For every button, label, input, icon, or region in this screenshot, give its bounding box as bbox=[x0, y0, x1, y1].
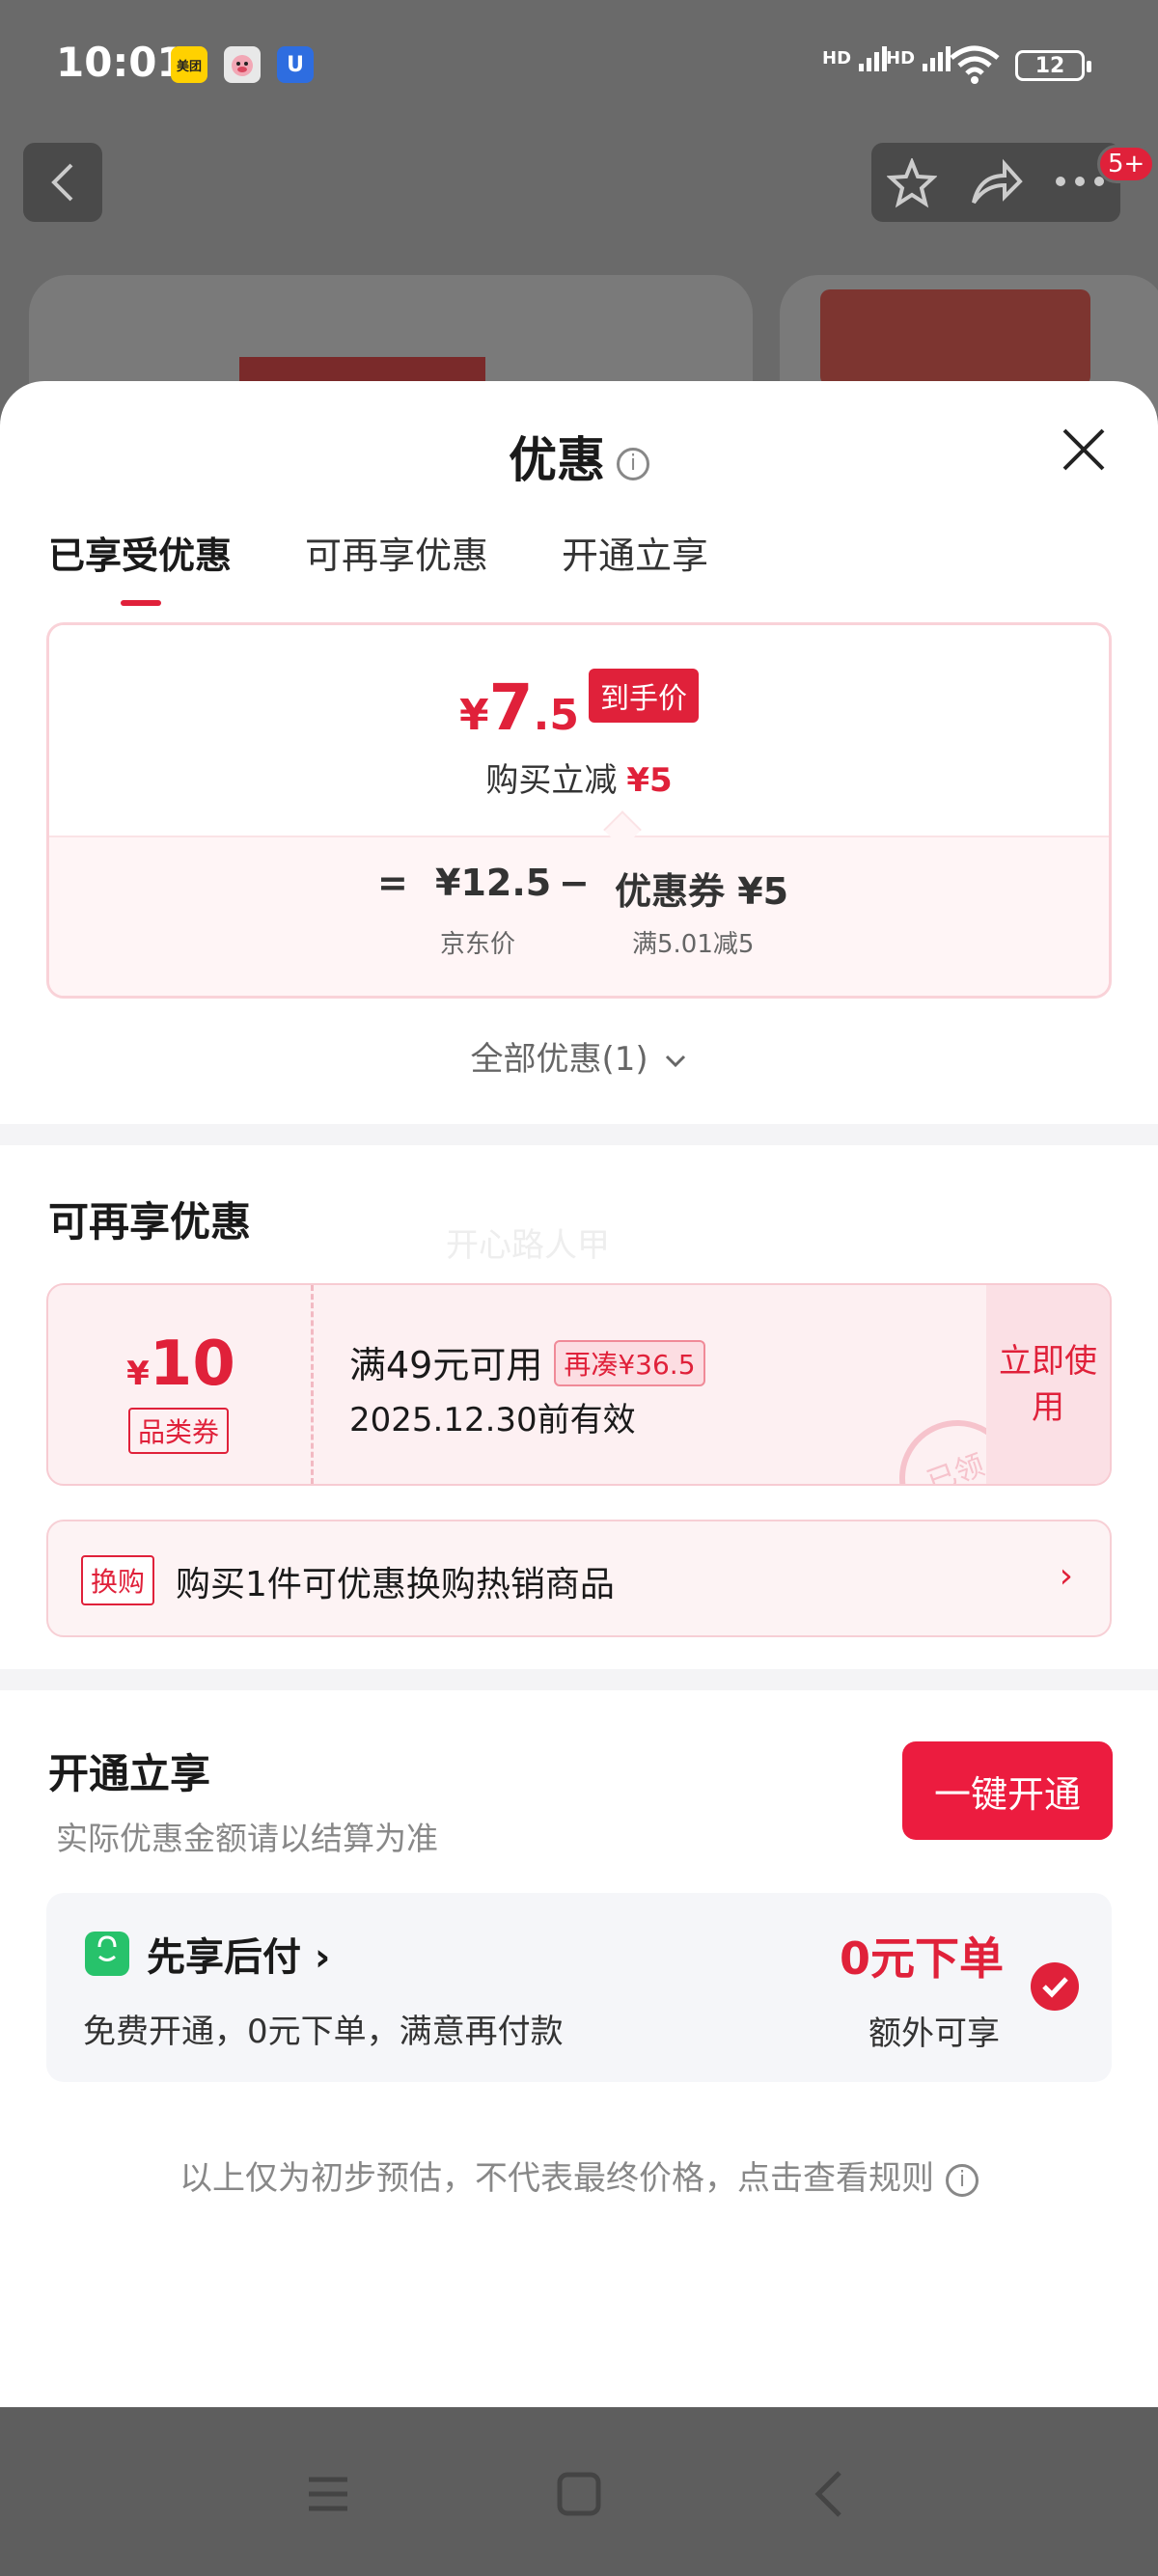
formula-jd-price: ¥12.5 bbox=[435, 862, 552, 904]
all-offers-label: 全部优惠(1) bbox=[470, 1040, 648, 1079]
top-actions bbox=[871, 143, 1120, 222]
formula-equals: = bbox=[377, 862, 408, 904]
jd-price-label: 京东价 bbox=[440, 930, 516, 959]
swap-offer-row[interactable]: 换购 购买1件可优惠换购热销商品 › bbox=[46, 1520, 1112, 1637]
pay-later-card[interactable]: 先享后付 › 免费开通，0元下单，满意再付款 0元下单 额外可享 bbox=[46, 1893, 1112, 2082]
shopping-bag-icon bbox=[85, 1932, 129, 1976]
discount-label: 购买立减 bbox=[485, 761, 618, 800]
price-decimal: .5 bbox=[533, 691, 579, 740]
price-symbol: ¥ bbox=[459, 691, 489, 740]
discount-line: 购买立减 ¥5 bbox=[49, 754, 1109, 801]
star-icon[interactable] bbox=[887, 158, 937, 208]
signal-1-label: HD bbox=[822, 48, 852, 69]
formula-coupon: 优惠券 ¥5 bbox=[615, 870, 789, 913]
coupon-condition-text: 满49元可用 bbox=[349, 1344, 543, 1386]
section-divider bbox=[0, 1669, 1158, 1690]
coupon-extra-badge: 再凑¥36.5 bbox=[554, 1340, 705, 1386]
more-icon[interactable] bbox=[1053, 172, 1107, 191]
coupon-validity: 2025.12.30前有效 bbox=[349, 1401, 636, 1439]
section-divider bbox=[0, 1124, 1158, 1145]
coupon-value: 10 bbox=[149, 1329, 235, 1400]
coupon-condition-label: 满5.01减5 bbox=[632, 930, 755, 959]
close-icon[interactable] bbox=[1059, 425, 1109, 475]
price-integer: 7 bbox=[488, 671, 534, 745]
u-app-icon: U bbox=[277, 46, 314, 83]
system-nav-bar bbox=[0, 2407, 1158, 2576]
formula-minus: − bbox=[559, 862, 590, 904]
status-bar: 10:01 美团 U HD HD 12 bbox=[0, 0, 1158, 130]
swap-text: 购买1件可优惠换购热销商品 bbox=[176, 1565, 615, 1604]
battery-level: 12 bbox=[1034, 53, 1065, 78]
pig-app-icon bbox=[224, 46, 261, 83]
clock: 10:01 bbox=[56, 39, 185, 86]
signal-2-label: HD bbox=[886, 48, 916, 69]
meituan-app-icon: 美团 bbox=[171, 46, 207, 83]
home-icon[interactable] bbox=[550, 2465, 608, 2523]
footnote-text: 以上仅为初步预估，不代表最终价格，点击查看规则 bbox=[179, 2159, 934, 2198]
sheet-title-text: 优惠 bbox=[509, 432, 605, 488]
all-offers-toggle[interactable]: 全部优惠(1) bbox=[0, 1032, 1158, 1080]
share-icon[interactable] bbox=[970, 158, 1024, 208]
tab-open-now[interactable]: 开通立享 bbox=[562, 526, 708, 579]
tab-enjoyed[interactable]: 已享受优惠 bbox=[48, 526, 232, 606]
discount-value: ¥5 bbox=[626, 761, 673, 800]
chevron-right-icon: › bbox=[1059, 1556, 1073, 1596]
final-price-card: ¥7.5 到手价 购买立减 ¥5 = ¥12.5 − 优惠券 ¥5 京东价 满5.0… bbox=[46, 622, 1112, 999]
open-now-subtitle: 实际优惠金额请以结算为准 bbox=[56, 1820, 438, 1857]
pay-later-title[interactable]: 先享后付 › bbox=[147, 1926, 330, 1982]
coupon-condition: 满49元可用 再凑¥36.5 bbox=[349, 1335, 705, 1388]
signal-1-icon: HD bbox=[822, 44, 896, 73]
tab-more-offers[interactable]: 可再享优惠 bbox=[305, 526, 488, 579]
zero-order-label: 0元下单 bbox=[840, 1932, 1005, 1985]
extra-benefit-label: 额外可享 bbox=[868, 2014, 1000, 2053]
wifi-icon bbox=[950, 45, 1000, 84]
battery-icon: 12 bbox=[1015, 50, 1091, 81]
more-offers-title: 可再享优惠 bbox=[48, 1198, 252, 1246]
final-price: ¥7.5 到手价 bbox=[49, 669, 1109, 745]
price-breakdown bbox=[49, 836, 1109, 996]
swap-tag: 换购 bbox=[81, 1555, 155, 1605]
back-button[interactable] bbox=[23, 143, 102, 222]
menu-icon[interactable] bbox=[299, 2465, 357, 2523]
offers-sheet: 优惠 i 已享受优惠 可再享优惠 开通立享 ¥7.5 到手价 购买立减 ¥5 = ¥1… bbox=[0, 381, 1158, 2407]
one-click-open-button[interactable]: 一键开通 bbox=[902, 1741, 1113, 1840]
open-now-title: 开通立享 bbox=[48, 1750, 211, 1797]
check-icon[interactable] bbox=[1031, 1962, 1079, 2011]
coupon-type-badge: 品类券 bbox=[128, 1408, 230, 1454]
rules-info-icon[interactable]: i bbox=[946, 2163, 979, 2197]
sheet-title: 优惠 i bbox=[0, 422, 1158, 491]
coupon-amount: ¥10 bbox=[48, 1329, 314, 1400]
chevron-left-icon bbox=[51, 163, 73, 202]
background-product-image bbox=[820, 289, 1090, 386]
category-coupon: ¥10 品类券 满49元可用 再凑¥36.5 2025.12.30前有效 已领 立… bbox=[46, 1283, 1112, 1486]
back-nav-icon[interactable] bbox=[801, 2465, 859, 2523]
footnote[interactable]: 以上仅为初步预估，不代表最终价格，点击查看规则 i bbox=[0, 2151, 1158, 2199]
watermark: 开心路人甲 bbox=[446, 1226, 610, 1265]
use-coupon-button[interactable]: 立即使用 bbox=[986, 1285, 1110, 1484]
chevron-down-icon bbox=[666, 1055, 686, 1067]
notification-badge: 5+ bbox=[1097, 145, 1156, 183]
info-icon[interactable]: i bbox=[617, 447, 649, 480]
tab-bar: 已享受优惠 可再享优惠 开通立享 bbox=[48, 526, 708, 606]
pay-later-desc: 免费开通，0元下单，满意再付款 bbox=[83, 2013, 564, 2051]
coupon-symbol: ¥ bbox=[126, 1355, 150, 1393]
final-price-tag: 到手价 bbox=[588, 669, 699, 723]
